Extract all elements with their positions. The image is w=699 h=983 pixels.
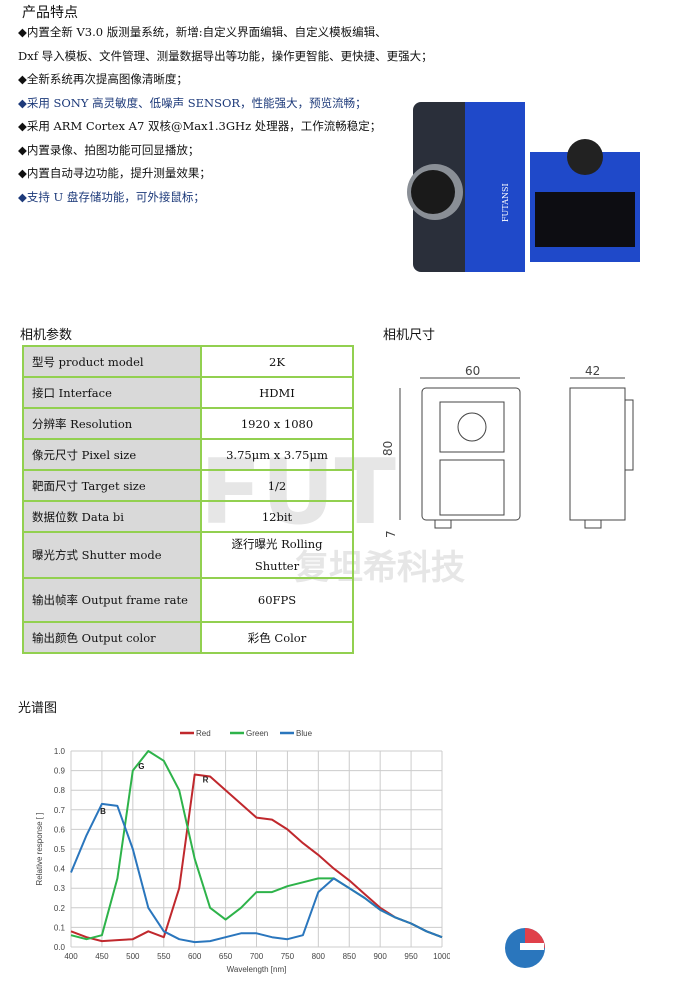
table-row: 曝光方式 Shutter mode 逐行曝光 Rolling Shutter [22, 531, 354, 579]
param-value: 1920 x 1080 [200, 407, 354, 440]
y-tick-label: 0.4 [54, 865, 66, 874]
x-tick-label: 850 [343, 952, 357, 961]
param-value: 彩色 Color [200, 621, 354, 654]
x-tick-label: 950 [404, 952, 418, 961]
y-tick-label: 0.7 [54, 806, 66, 815]
feature-item: ◆内置录像、拍图功能可回显播放； [18, 142, 200, 157]
x-axis-label: Wavelength [nm] [227, 965, 287, 974]
param-name: 接口 Interface [22, 376, 202, 409]
param-value: 12bit [200, 500, 354, 533]
dimension-drawing: 60 80 7 42 [381, 364, 634, 538]
x-tick-label: 500 [126, 952, 140, 961]
y-tick-label: 0.3 [54, 884, 66, 893]
dims-title: 相机尺寸 [383, 328, 436, 343]
param-name: 输出帧率 Output frame rate [22, 577, 202, 623]
svg-text:42: 42 [585, 364, 600, 378]
curve-label: G [138, 762, 144, 771]
table-row: 分辨率 Resolution 1920 x 1080 [22, 407, 354, 440]
table-row: 输出颜色 Output color 彩色 Color [22, 621, 354, 654]
curve-label: B [100, 807, 106, 816]
param-name: 数据位数 Data bi [22, 500, 202, 533]
x-tick-label: 750 [281, 952, 295, 961]
table-row: 数据位数 Data bi 12bit [22, 500, 354, 533]
curve-label: R [203, 776, 209, 785]
feature-item: ◆采用 SONY 高灵敏度、低噪声 SENSOR，性能强大，预览流畅； [18, 95, 367, 110]
svg-text:80: 80 [381, 441, 395, 456]
param-name: 型号 product model [22, 345, 202, 378]
feature-item: ◆支持 U 盘存储功能，可外接鼠标； [18, 189, 205, 204]
y-tick-label: 0.8 [54, 786, 66, 795]
legend-label: Red [196, 729, 211, 738]
feature-item: Dxf 导入模板、文件管理、测量数据导出等功能，操作更智能、更快捷、更强大； [18, 48, 433, 63]
y-tick-label: 0.2 [54, 904, 66, 913]
feature-item: ◆内置自动寻边功能，提升测量效果； [18, 166, 211, 180]
features-title: 产品特点 [22, 5, 78, 21]
spectrum-chart: 0.0 0.1 0.2 0.3 0.4 0.5 0.6 0.7 0.8 0.9 1.0 400 450 5… [35, 729, 450, 974]
legend-label: Green [246, 729, 268, 738]
x-tick-label: 1000 [433, 952, 450, 961]
x-tick-label: 800 [312, 952, 326, 961]
table-row: 型号 product model 2K [22, 345, 354, 378]
param-value: 3.75μm x 3.75μm [200, 438, 354, 471]
x-tick-label: 600 [188, 952, 202, 961]
x-tick-label: 450 [95, 952, 109, 961]
param-name: 靶面尺寸 Target size [22, 469, 202, 502]
y-tick-label: 0.9 [54, 767, 66, 776]
param-value: HDMI [200, 376, 354, 409]
y-tick-label: 1.0 [54, 747, 66, 756]
table-row: 靶面尺寸 Target size 1/2 [22, 469, 354, 502]
param-name: 像元尺寸 Pixel size [22, 438, 202, 471]
feature-item: ◆采用 ARM Cortex A7 双核@Max1.3GHz 处理器，工作流畅稳… [18, 119, 382, 133]
params-table: 型号 product model 2K 接口 Interface HDMI 分辨率 Re… [22, 345, 354, 654]
y-axis-label: Relative response [ ] [35, 813, 44, 886]
svg-text:FUTANSI: FUTANSI [501, 183, 510, 222]
camera-image: FUTANSI [407, 102, 640, 272]
y-tick-label: 0.5 [54, 845, 66, 854]
param-value: 逐行曝光 Rolling Shutter [200, 531, 354, 579]
y-tick-label: 0.1 [54, 923, 66, 932]
x-tick-label: 650 [219, 952, 233, 961]
feature-item: ◆内置全新 V3.0 版测量系统，新增:自定义界面编辑、自定义模板编辑、 [18, 25, 387, 39]
x-tick-label: 550 [157, 952, 171, 961]
table-row: 接口 Interface HDMI [22, 376, 354, 409]
x-tick-label: 900 [373, 952, 387, 961]
feature-item: ◆全新系统再次提高图像清晰度； [18, 72, 188, 86]
x-tick-label: 700 [250, 952, 264, 961]
param-value: 2K [200, 345, 354, 378]
param-name: 曝光方式 Shutter mode [22, 531, 202, 579]
y-tick-label: 0.6 [54, 825, 66, 834]
x-tick-label: 400 [64, 952, 78, 961]
svg-text:7: 7 [384, 530, 398, 538]
param-value: 60FPS [200, 577, 354, 623]
params-title: 相机参数 [20, 328, 73, 343]
param-name: 分辨率 Resolution [22, 407, 202, 440]
table-row: 输出帧率 Output frame rate 60FPS [22, 577, 354, 623]
param-value: 1/2 [200, 469, 354, 502]
svg-text:60: 60 [465, 364, 480, 378]
param-name: 输出颜色 Output color [22, 621, 202, 654]
table-row: 像元尺寸 Pixel size 3.75μm x 3.75μm [22, 438, 354, 471]
legend-label: Blue [296, 729, 313, 738]
logo [505, 928, 545, 968]
y-tick-label: 0.0 [54, 943, 66, 952]
spectrum-title: 光谱图 [18, 701, 58, 716]
